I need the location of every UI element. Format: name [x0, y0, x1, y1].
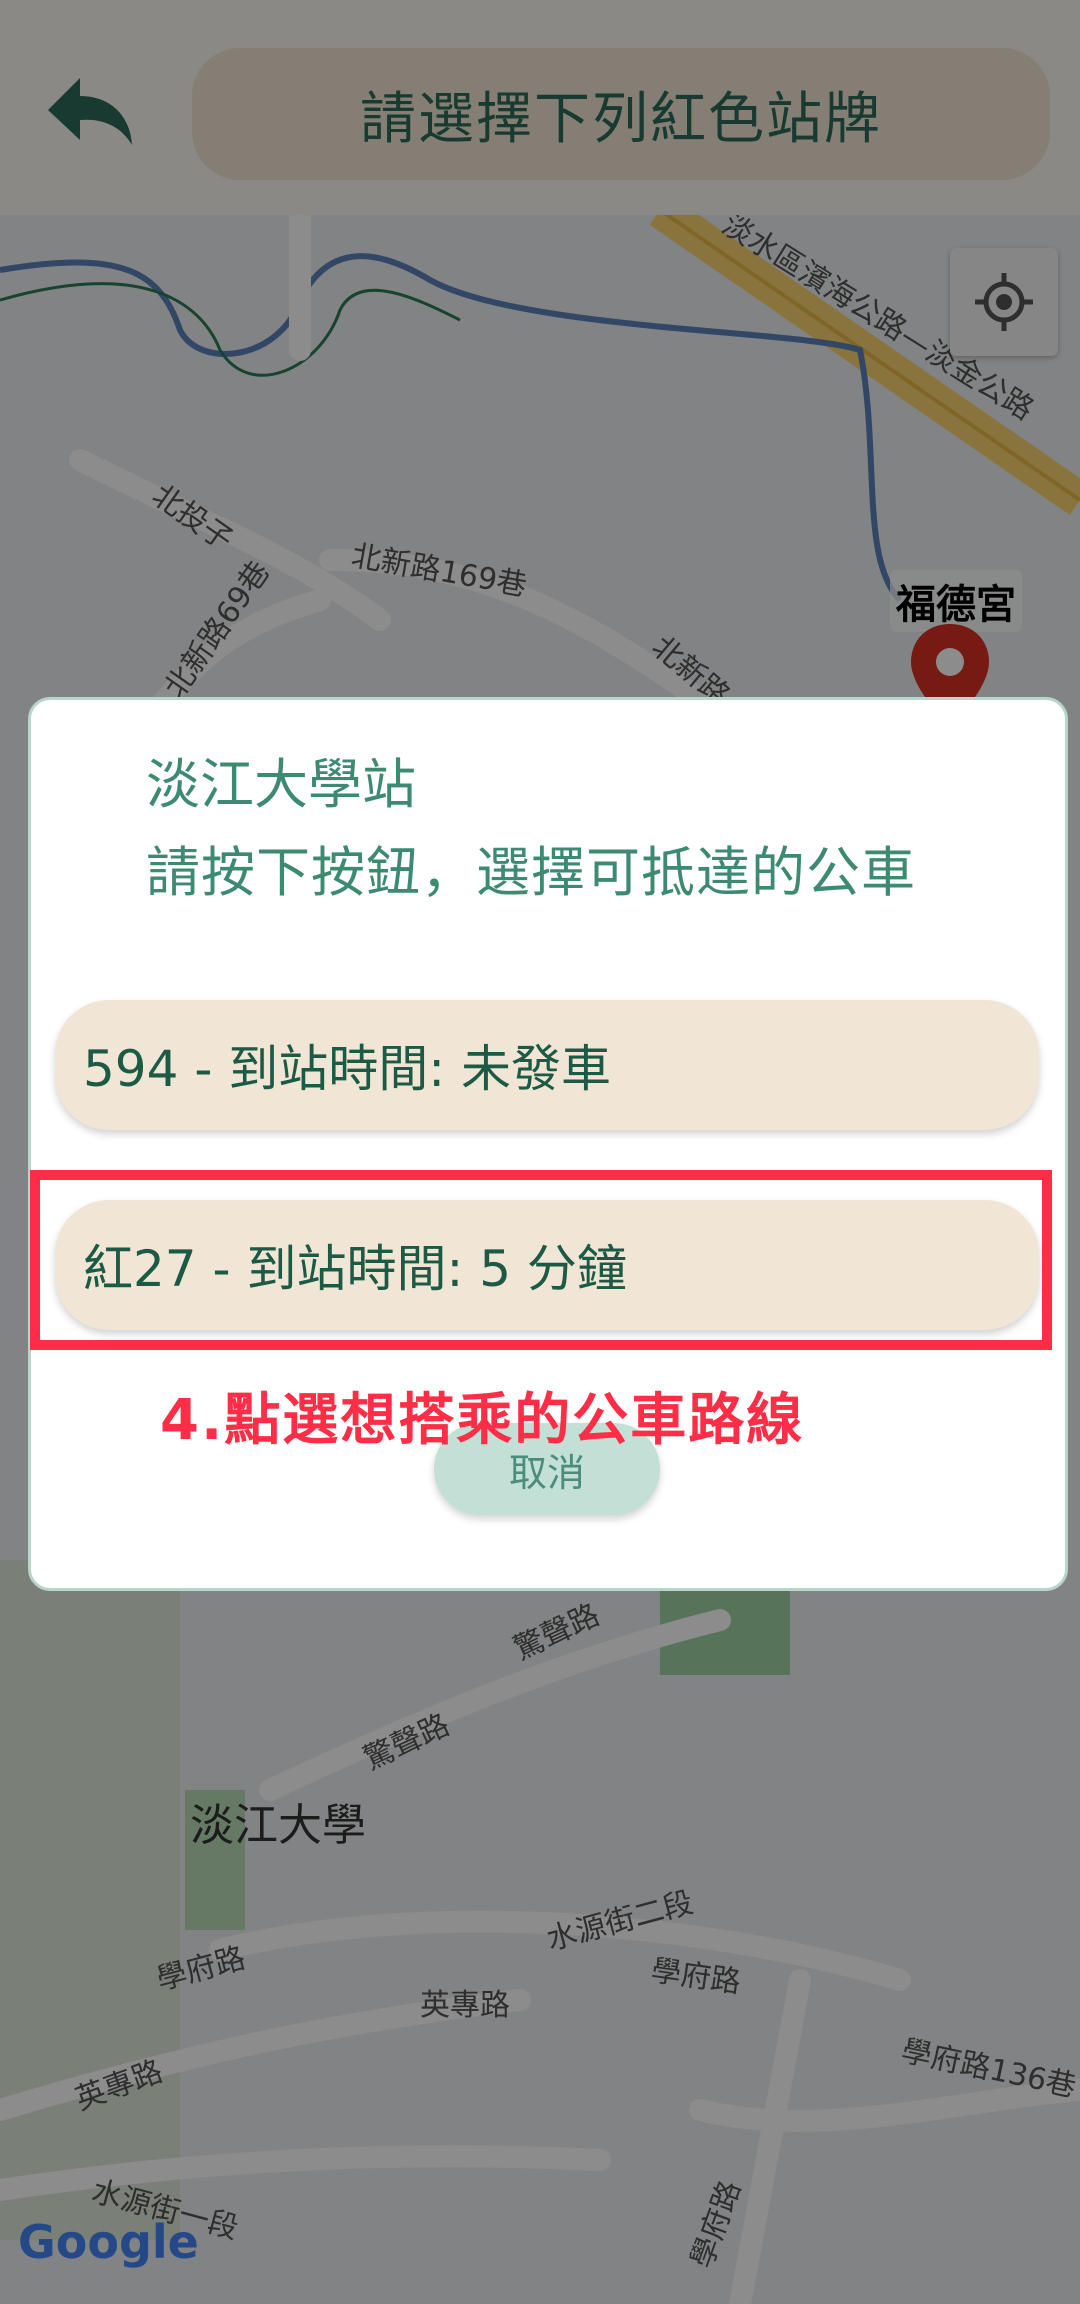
dialog-title: 淡江大學站 [146, 753, 416, 816]
instruction-text: 4.點選想搭乘的公車路線 [160, 1388, 805, 1453]
route-button-594[interactable]: 594 - 到站時間: 未發車 [55, 1000, 1039, 1130]
route-select-dialog: 淡江大學站 請按下按鈕，選擇可抵達的公車 594 - 到站時間: 未發車 紅27… [28, 697, 1068, 1591]
route-label: 594 - 到站時間: 未發車 [83, 1040, 612, 1098]
dialog-subtitle: 請按下按鈕，選擇可抵達的公車 [146, 841, 916, 904]
highlight-box [30, 1170, 1052, 1350]
